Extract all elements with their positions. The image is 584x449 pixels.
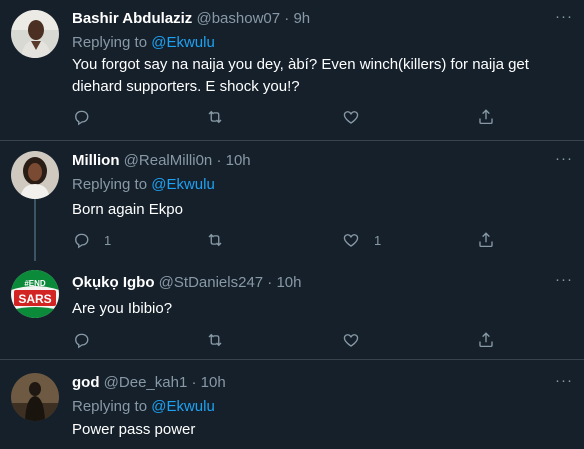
share-button[interactable] xyxy=(477,230,495,250)
mention-link[interactable]: @Ekwulu xyxy=(151,398,215,415)
replying-to: Replying to @Ekwulu xyxy=(72,397,215,417)
avatar[interactable]: #END SARS xyxy=(11,270,59,318)
avatar-text-top: #END xyxy=(24,279,46,288)
reply-count: 1 xyxy=(104,232,112,248)
separator-dot: · xyxy=(284,10,290,27)
more-icon[interactable]: ··· xyxy=(554,373,574,394)
retweet-icon xyxy=(208,110,222,124)
author-name[interactable]: Ọkụkọ Igbo xyxy=(72,274,155,291)
like-button[interactable]: 1 xyxy=(342,230,381,250)
retweet-button[interactable] xyxy=(206,330,238,350)
author-handle[interactable]: @RealMilli0n xyxy=(124,152,213,169)
like-button[interactable] xyxy=(342,330,374,350)
like-count: 1 xyxy=(374,232,382,248)
like-icon xyxy=(343,111,359,124)
like-icon xyxy=(343,234,359,247)
mention-link[interactable]: @Ekwulu xyxy=(151,176,215,193)
tweet-bashir[interactable]: Bashir Abdulaziz @bashow07 · 9h ··· Repl… xyxy=(0,0,584,140)
like-icon xyxy=(343,334,359,347)
tweet-text: Are you Ibibio? xyxy=(72,300,173,317)
share-button[interactable] xyxy=(477,330,495,350)
tweet-text: Born again Ekpo xyxy=(72,201,183,218)
timestamp[interactable]: 10h xyxy=(276,274,301,291)
tweet-actions xyxy=(72,107,502,127)
separator-dot: · xyxy=(216,152,222,169)
more-icon[interactable]: ··· xyxy=(554,151,574,172)
timestamp[interactable]: 10h xyxy=(226,152,251,169)
share-icon xyxy=(479,109,493,125)
tweet-text: You forgot say na naija you dey, àbí? Ev… xyxy=(72,56,529,95)
replying-to: Replying to @Ekwulu xyxy=(72,33,215,53)
timestamp[interactable]: 9h xyxy=(293,10,310,27)
like-button[interactable] xyxy=(342,107,374,127)
replying-prefix: Replying to xyxy=(72,398,152,415)
reply-icon xyxy=(75,333,89,349)
tweet-okuko[interactable]: #END SARS Ọkụkọ Igbo @StDaniels247 · 10h… xyxy=(0,260,584,358)
retweet-button[interactable] xyxy=(206,230,238,250)
author-name[interactable]: god xyxy=(72,374,100,391)
tweet-actions: 1 1 xyxy=(72,230,502,250)
share-button[interactable] xyxy=(477,107,495,127)
retweet-icon xyxy=(208,333,222,347)
share-icon xyxy=(479,232,493,248)
mention-link[interactable]: @Ekwulu xyxy=(151,34,215,51)
retweet-icon xyxy=(208,233,222,247)
author-handle[interactable]: @StDaniels247 xyxy=(159,274,263,291)
author-name[interactable]: Bashir Abdulaziz xyxy=(72,10,192,27)
more-icon[interactable]: ··· xyxy=(554,9,574,30)
author-handle[interactable]: @Dee_kah1 xyxy=(104,374,188,391)
reply-icon xyxy=(75,110,89,126)
avatar-text: SARS xyxy=(18,292,51,306)
share-icon xyxy=(479,332,493,348)
replying-prefix: Replying to xyxy=(72,176,152,193)
reply-button[interactable] xyxy=(72,107,104,127)
replying-prefix: Replying to xyxy=(72,34,152,51)
thread-line xyxy=(34,199,36,261)
reply-button[interactable] xyxy=(72,330,104,350)
separator-dot: · xyxy=(267,274,273,291)
tweet-god[interactable]: god @Dee_kah1 · 10h ··· Replying to @Ekw… xyxy=(0,360,584,449)
more-icon[interactable]: ··· xyxy=(554,272,574,293)
retweet-button[interactable] xyxy=(206,107,238,127)
reply-icon xyxy=(75,233,89,249)
tweet-text: Power pass power xyxy=(72,421,196,438)
timestamp[interactable]: 10h xyxy=(201,374,226,391)
tweet-actions xyxy=(72,330,502,350)
author-handle[interactable]: @bashow07 xyxy=(196,10,280,27)
tweet-million[interactable]: Million @RealMilli0n · 10h ··· Replying … xyxy=(0,141,584,261)
separator-dot: · xyxy=(191,374,197,391)
avatar[interactable] xyxy=(11,151,59,199)
reply-button[interactable]: 1 xyxy=(72,230,111,250)
author-name[interactable]: Million xyxy=(72,152,120,169)
avatar[interactable] xyxy=(11,373,59,421)
avatar[interactable] xyxy=(11,10,59,58)
replying-to: Replying to @Ekwulu xyxy=(72,175,215,195)
